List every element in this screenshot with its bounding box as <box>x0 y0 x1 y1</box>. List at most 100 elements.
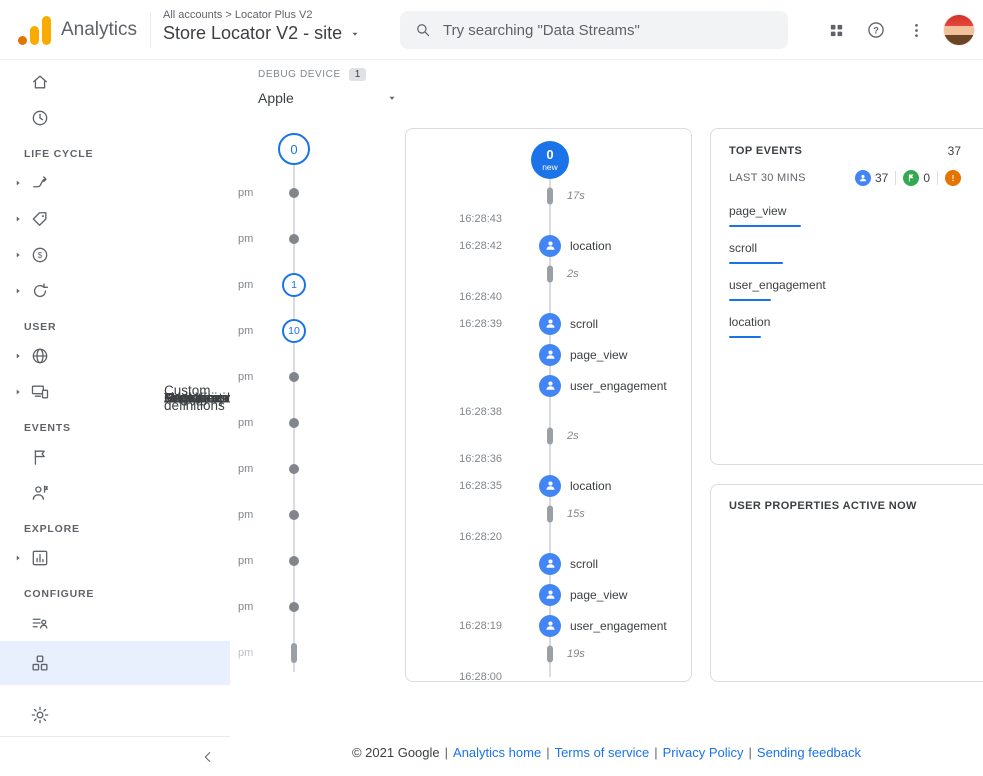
duration-label: 2s <box>567 268 579 280</box>
minutes-point[interactable]: pm <box>238 538 332 584</box>
event-row-location[interactable]: 16:28:35location <box>406 470 691 501</box>
event-row-scroll[interactable]: scroll <box>406 548 691 579</box>
top-event-page-view[interactable]: page_view <box>729 202 983 227</box>
help-button[interactable]: ? <box>857 11 895 49</box>
footer-link-terms-of-service[interactable]: Terms of service <box>555 745 650 760</box>
app-header: Analytics All accounts > Locator Plus V2… <box>0 0 983 60</box>
sidebar-item-home[interactable]: Home <box>0 64 230 100</box>
logo-bar <box>30 26 39 45</box>
device-dropdown-value: Apple <box>258 90 294 106</box>
apps-grid-button[interactable] <box>817 11 855 49</box>
home-icon <box>30 72 50 92</box>
minutes-point[interactable]: pm <box>238 584 332 630</box>
audiences-icon <box>30 613 50 633</box>
minutes-point[interactable]: pm <box>238 354 332 400</box>
search-input[interactable] <box>443 22 774 39</box>
event-node-icon <box>539 344 561 366</box>
search-icon <box>414 21 432 39</box>
user-properties-title: USER PROPERTIES ACTIVE NOW <box>729 500 983 512</box>
footer-link-sending-feedback[interactable]: Sending feedback <box>757 745 861 760</box>
footer-link-privacy-policy[interactable]: Privacy Policy <box>663 745 744 760</box>
svg-text:$: $ <box>38 251 43 260</box>
sidebar-item-custom-definitions[interactable]: Custom definitions <box>0 641 230 685</box>
expand-arrow-icon <box>13 351 23 361</box>
minutes-point[interactable]: pm <box>238 446 332 492</box>
event-count-bar <box>729 225 801 227</box>
minutes-point[interactable]: pm <box>238 492 332 538</box>
event-row-page-view[interactable]: page_view <box>406 579 691 610</box>
expand-arrow-slot <box>10 286 26 296</box>
minute-time-label: pm <box>238 601 272 613</box>
sidebar-item-real-time[interactable]: Real-time <box>0 100 230 136</box>
minutes-point[interactable]: pm <box>238 630 332 676</box>
sidebar-item-admin[interactable]: Admin <box>0 697 230 733</box>
sidebar-item-acquisition[interactable]: Acquisition <box>0 165 230 201</box>
expand-arrow-icon <box>13 286 23 296</box>
sidebar-item-analysis[interactable]: Analysis <box>0 540 230 576</box>
more-options-button[interactable] <box>897 11 935 49</box>
event-row-page-view[interactable]: page_view <box>406 339 691 370</box>
top-event-scroll[interactable]: scroll <box>729 239 983 264</box>
property-selector[interactable]: Store Locator V2 - site <box>163 23 361 44</box>
sidebar-item-events[interactable]: Events <box>0 475 230 511</box>
footer-link-analytics-home[interactable]: Analytics home <box>453 745 541 760</box>
engagement-icon <box>30 209 50 229</box>
sidebar-item-demographics[interactable]: Demographics <box>0 338 230 374</box>
minute-bucket-count: 1 <box>282 273 306 297</box>
event-timestamp: 16:28:19 <box>406 620 502 632</box>
excl-white-icon <box>948 173 958 183</box>
svg-text:?: ? <box>873 25 879 35</box>
event-row-user-engagement[interactable]: user_engagement <box>406 370 691 401</box>
collapse-sidebar-button[interactable] <box>200 749 216 765</box>
event-row-location[interactable]: 16:28:42location <box>406 230 691 261</box>
breadcrumb[interactable]: All accounts > Locator Plus V2 <box>163 9 361 21</box>
sidebar-item-icon <box>29 653 51 673</box>
sidebar-item-conversions[interactable]: Conversions <box>0 439 230 475</box>
top-event-name: scroll <box>729 241 757 255</box>
event-timestamp: 16:28:43 <box>406 213 502 225</box>
account-avatar[interactable] <box>943 14 975 46</box>
minutes-point[interactable]: pm <box>238 400 332 446</box>
sidebar-item-label: Admin <box>164 391 202 406</box>
top-event-name: location <box>729 315 770 329</box>
conversions-counter: 0 <box>903 170 930 186</box>
person-icon <box>544 317 557 330</box>
event-row-user-engagement[interactable]: 16:28:19user_engagement <box>406 610 691 641</box>
search-bar[interactable] <box>400 11 788 49</box>
footer-separator: | <box>546 745 549 760</box>
debug-device-count-badge: 1 <box>349 68 367 81</box>
sidebar-item-engagement[interactable]: Engagement <box>0 201 230 237</box>
seconds-start-node[interactable]: 0new <box>406 137 691 183</box>
minute-bucket-current: 0 <box>278 133 310 165</box>
minute-time-label: pm <box>238 187 272 199</box>
expand-arrow-icon <box>13 178 23 188</box>
sidebar-item-audiences[interactable]: Audiences <box>0 605 230 641</box>
top-event-location[interactable]: location <box>729 313 983 338</box>
expand-arrow-icon <box>13 387 23 397</box>
minutes-point[interactable]: pm 1 <box>238 262 332 308</box>
expand-arrow-slot <box>10 553 26 563</box>
expand-arrow-slot <box>10 178 26 188</box>
sidebar-item-icon: $ <box>29 245 51 265</box>
debug-device-control: DEBUG DEVICE 1 Apple <box>258 68 398 106</box>
top-event-user-engagement[interactable]: user_engagement <box>729 276 983 301</box>
minute-time-label: pm <box>238 279 272 291</box>
expand-arrow-slot <box>10 387 26 397</box>
analytics-logo[interactable]: Analytics <box>18 0 137 60</box>
minutes-point[interactable]: pm <box>238 170 332 216</box>
device-dropdown[interactable]: Apple <box>258 90 398 106</box>
sidebar-item-monetisation[interactable]: $Monetisation <box>0 237 230 273</box>
minutes-point[interactable]: pm10 <box>238 308 332 354</box>
event-node-icon <box>539 615 561 637</box>
person-icon <box>544 348 557 361</box>
event-timestamp: 16:28:39 <box>406 318 502 330</box>
minutes-point[interactable]: pm <box>238 216 332 262</box>
top-events-total: 37 <box>948 144 961 158</box>
person-icon <box>544 379 557 392</box>
event-node-icon <box>539 235 561 257</box>
event-timestamp: 16:28:40 <box>406 291 502 303</box>
sidebar-item-retention[interactable]: Retention <box>0 273 230 309</box>
minutes-point[interactable]: 0 <box>238 128 332 170</box>
analysis-icon <box>30 548 50 568</box>
event-row-scroll[interactable]: 16:28:39scroll <box>406 308 691 339</box>
